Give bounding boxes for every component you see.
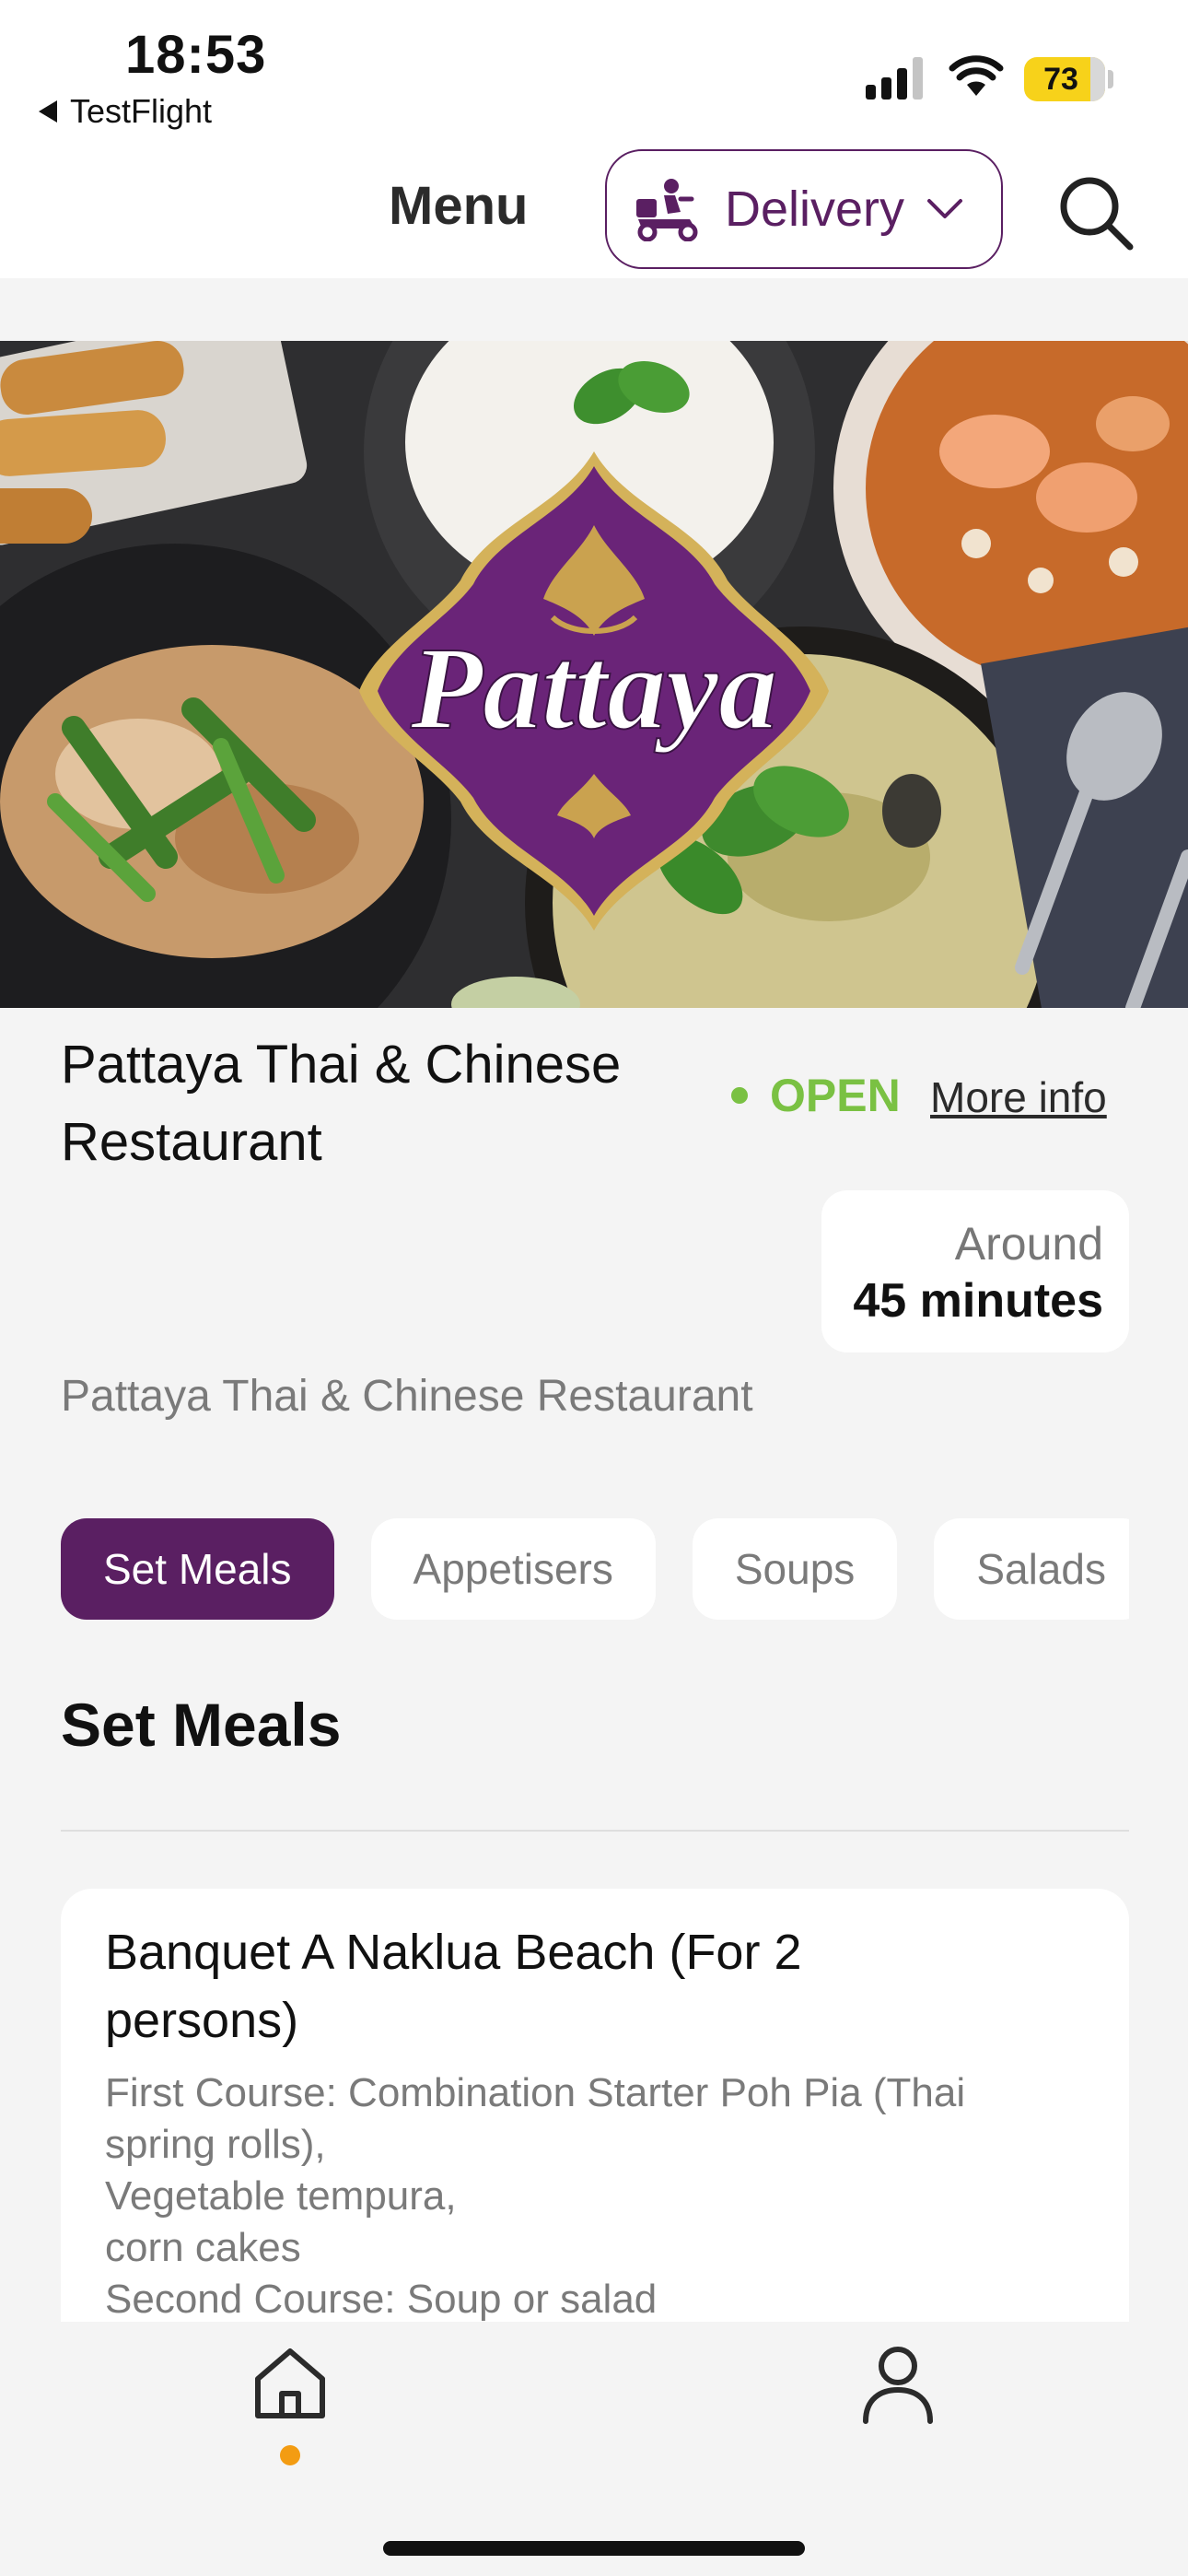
chevron-down-icon bbox=[927, 199, 963, 218]
top-header: Menu Delivery bbox=[0, 147, 1188, 278]
tab-soups[interactable]: Soups bbox=[692, 1518, 898, 1620]
open-status-text: OPEN bbox=[770, 1070, 901, 1121]
page-title: Menu bbox=[389, 176, 529, 236]
status-dot-icon bbox=[731, 1087, 748, 1104]
tab-set-meals[interactable]: Set Meals bbox=[61, 1518, 334, 1620]
search-button[interactable] bbox=[1054, 171, 1137, 254]
battery-level: 73 bbox=[1043, 62, 1078, 97]
back-triangle-icon bbox=[39, 100, 57, 123]
restaurant-name: Pattaya Thai & Chinese Restaurant bbox=[61, 1035, 622, 1172]
eta-prefix: Around bbox=[954, 1218, 1103, 1270]
food-illustration: Pattaya bbox=[0, 341, 1188, 1008]
status-time: 18:53 bbox=[125, 25, 267, 85]
menu-item-card[interactable]: Banquet A Naklua Beach (For 2 persons) F… bbox=[61, 1889, 1129, 2322]
menu-item-description: First Course: Combination Starter Poh Pi… bbox=[105, 2070, 966, 2322]
hero-food-image: Pattaya bbox=[0, 341, 1188, 1008]
battery-icon: 73 bbox=[1024, 57, 1105, 101]
cellular-signal-icon bbox=[866, 57, 923, 100]
more-info-link[interactable]: More info bbox=[930, 1072, 1107, 1122]
active-tab-indicator bbox=[280, 2445, 300, 2465]
section-divider bbox=[61, 1830, 1129, 1832]
open-status: OPEN bbox=[731, 1069, 901, 1122]
search-icon bbox=[1060, 177, 1134, 251]
home-icon bbox=[255, 2348, 325, 2418]
wifi-icon bbox=[949, 55, 1004, 96]
home-indicator-bar[interactable] bbox=[383, 2541, 805, 2556]
nav-home-button[interactable] bbox=[249, 2342, 332, 2425]
category-tabs[interactable]: Set Meals Appetisers Soups Salads bbox=[61, 1518, 1129, 1622]
bottom-navigation bbox=[0, 2322, 1188, 2576]
nav-profile-button[interactable] bbox=[856, 2342, 939, 2425]
battery-nub bbox=[1108, 70, 1113, 88]
tab-appetisers[interactable]: Appetisers bbox=[370, 1518, 656, 1620]
menu-item-title: Banquet A Naklua Beach (For 2 persons) bbox=[105, 1925, 802, 2048]
back-to-testflight[interactable]: TestFlight bbox=[39, 92, 212, 131]
eta-value: 45 minutes bbox=[853, 1274, 1103, 1328]
back-app-label: TestFlight bbox=[70, 92, 213, 130]
section-title: Set Meals bbox=[61, 1691, 342, 1759]
delivery-eta-box: Around 45 minutes bbox=[821, 1190, 1129, 1352]
delivery-mode-button[interactable]: Delivery bbox=[605, 149, 1003, 269]
user-icon bbox=[863, 2347, 933, 2424]
scooter-icon bbox=[636, 179, 698, 241]
restaurant-subtitle: Pattaya Thai & Chinese Restaurant bbox=[61, 1372, 753, 1421]
status-bar: 18:53 TestFlight 73 bbox=[0, 0, 1188, 147]
hero-logo-text: Pattaya bbox=[410, 623, 777, 754]
tab-salads[interactable]: Salads bbox=[934, 1518, 1129, 1620]
delivery-label: Delivery bbox=[725, 181, 905, 237]
